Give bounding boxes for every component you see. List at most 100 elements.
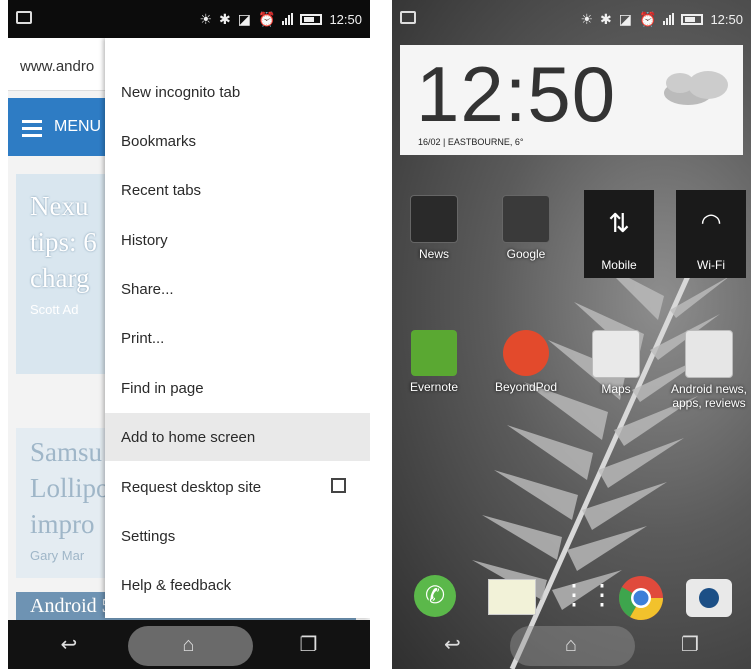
menu-item-new-incognito-tab[interactable]: New incognito tab	[105, 68, 370, 116]
menu-item-label: Add to home screen	[121, 428, 256, 446]
menu-item-recent-tabs[interactable]: Recent tabs	[105, 166, 370, 214]
menu-item-label: Find in page	[121, 379, 204, 397]
right-phone-screen: ☀ ✱ ◪ ⏰ 12:50 12:50 16/02 | EASTBOURNE, …	[392, 0, 751, 669]
menu-cut-off-item	[105, 38, 370, 50]
app-drawer-icon[interactable]: ⋮⋮⋮	[560, 575, 644, 615]
menu-item-label: Settings	[121, 527, 176, 545]
article-card[interactable]: Samsu Lollipo impro Gary Mar	[16, 428, 106, 578]
article-title-line: Samsu	[30, 437, 103, 467]
mobile-data-toggle[interactable]: ⇅ Mobile	[584, 190, 654, 278]
app-beyondpod[interactable]: BeyondPod	[488, 330, 564, 394]
bluetooth-icon: ✱	[600, 11, 612, 27]
menu-item-settings[interactable]: Settings	[105, 512, 370, 560]
alarm-icon: ☀	[199, 11, 213, 27]
article-author: Gary Mar	[30, 548, 85, 563]
status-bar: ☀ ✱ ◪ ⏰ 12:50	[8, 0, 370, 38]
tile-label: Mobile	[601, 258, 637, 272]
bluetooth-icon: ✱	[219, 11, 231, 27]
menu-item-print[interactable]: Print...	[105, 314, 370, 362]
article-title-line: tips: 6	[30, 227, 97, 257]
url-text: www.andro	[20, 58, 95, 75]
menu-item-share[interactable]: Share...	[105, 265, 370, 313]
menu-item-label: Request desktop site	[121, 478, 262, 496]
menu-item-request-desktop-site[interactable]: Request desktop site	[105, 463, 370, 511]
clock-icon: ⏰	[258, 11, 276, 27]
tile-label: Wi-Fi	[697, 258, 725, 272]
notification-icon	[16, 11, 32, 24]
android-news-icon	[685, 330, 733, 378]
app-label: News	[418, 247, 449, 261]
nfc-icon: ◪	[237, 11, 252, 27]
app-android-news[interactable]: Android news, apps, reviews	[668, 330, 750, 410]
menu-item-label: Bookmarks	[121, 132, 197, 150]
google-folder-icon	[502, 195, 550, 243]
status-time: 12:50	[329, 11, 362, 27]
phone-dock-icon[interactable]: ✆	[414, 575, 456, 617]
app-google-folder[interactable]: Google	[488, 195, 564, 261]
recents-icon[interactable]: ❐	[300, 635, 318, 655]
hamburger-icon	[22, 120, 42, 141]
article-title-line: charg	[30, 263, 90, 293]
app-maps[interactable]: Maps	[578, 330, 654, 396]
beyondpod-icon	[503, 330, 549, 376]
cloud-weather-icon	[664, 71, 728, 105]
app-label: Maps	[601, 382, 631, 396]
signal-icon	[663, 13, 675, 25]
article-title-line: Nexu	[30, 191, 89, 221]
battery-icon	[681, 13, 704, 25]
article-title-line: impro	[30, 509, 95, 539]
news-folder-icon	[410, 195, 458, 243]
menu-item-label: Recent tabs	[121, 181, 202, 199]
app-evernote[interactable]: Evernote	[396, 330, 472, 394]
app-label: BeyondPod	[494, 380, 558, 394]
menu-item-bookmarks[interactable]: Bookmarks	[105, 117, 370, 165]
status-bar: ☀ ✱ ◪ ⏰ 12:50	[392, 0, 751, 38]
menu-item-help-feedback[interactable]: Help & feedback	[105, 561, 370, 609]
site-menu-button[interactable]: MENU	[8, 98, 108, 156]
menu-item-label: Print...	[121, 329, 165, 347]
notification-icon	[400, 11, 416, 24]
clock-weather-widget[interactable]: 12:50 16/02 | EASTBOURNE, 6°	[400, 45, 743, 155]
alarm-icon: ☀	[580, 11, 594, 27]
app-label: Android news, apps, reviews	[670, 382, 748, 410]
app-label: Evernote	[409, 380, 459, 394]
home-icon[interactable]: ⌂	[565, 635, 577, 655]
date-location: 16/02 | EASTBOURNE, 6°	[418, 137, 524, 147]
left-phone-screen: ☀ ✱ ◪ ⏰ 12:50 www.andro MENU Nexu tips: …	[8, 0, 370, 669]
menu-item-add-to-home-screen[interactable]: Add to home screen	[105, 413, 370, 461]
messages-dock-icon[interactable]	[488, 575, 536, 615]
menu-item-history[interactable]: History	[105, 216, 370, 264]
menu-item-label: New incognito tab	[121, 83, 241, 101]
camera-dock-icon[interactable]	[686, 575, 732, 617]
wifi-icon: ◠	[700, 209, 722, 236]
article-author: Scott Ad	[30, 302, 79, 317]
wifi-toggle[interactable]: ◠ Wi-Fi	[676, 190, 746, 278]
battery-icon	[300, 13, 323, 25]
nfc-icon: ◪	[618, 11, 633, 27]
article-card[interactable]: Nexu tips: 6 charg Scott Ad	[16, 174, 106, 374]
site-menu-label: MENU	[54, 118, 102, 135]
back-icon[interactable]: ↩	[61, 635, 78, 655]
request-desktop-checkbox[interactable]	[331, 478, 346, 493]
back-icon[interactable]: ↩	[444, 635, 461, 655]
menu-item-find-in-page[interactable]: Find in page	[105, 364, 370, 412]
home-icon[interactable]: ⌂	[182, 635, 194, 655]
clock-time: 12:50	[416, 50, 617, 138]
menu-item-label: Help & feedback	[121, 576, 232, 594]
recents-icon[interactable]: ❐	[681, 635, 699, 655]
article-title-line: Lollipo	[30, 473, 106, 503]
navigation-bar: ↩ ⌂ ❐	[8, 620, 370, 669]
menu-item-label: History	[121, 231, 168, 249]
app-news-folder[interactable]: News	[396, 195, 472, 261]
app-label: Google	[506, 247, 546, 261]
navigation-bar: ↩ ⌂ ❐	[392, 620, 751, 669]
maps-icon	[592, 330, 640, 378]
signal-icon	[282, 13, 294, 25]
evernote-icon	[411, 330, 457, 376]
mobile-data-icon: ⇅	[608, 208, 630, 238]
overflow-menu: New incognito tab Bookmarks Recent tabs …	[105, 38, 370, 618]
chrome-dock-icon[interactable]	[618, 575, 664, 626]
clock-icon: ⏰	[639, 11, 657, 27]
status-time: 12:50	[710, 11, 743, 27]
menu-item-label: Share...	[121, 280, 174, 298]
